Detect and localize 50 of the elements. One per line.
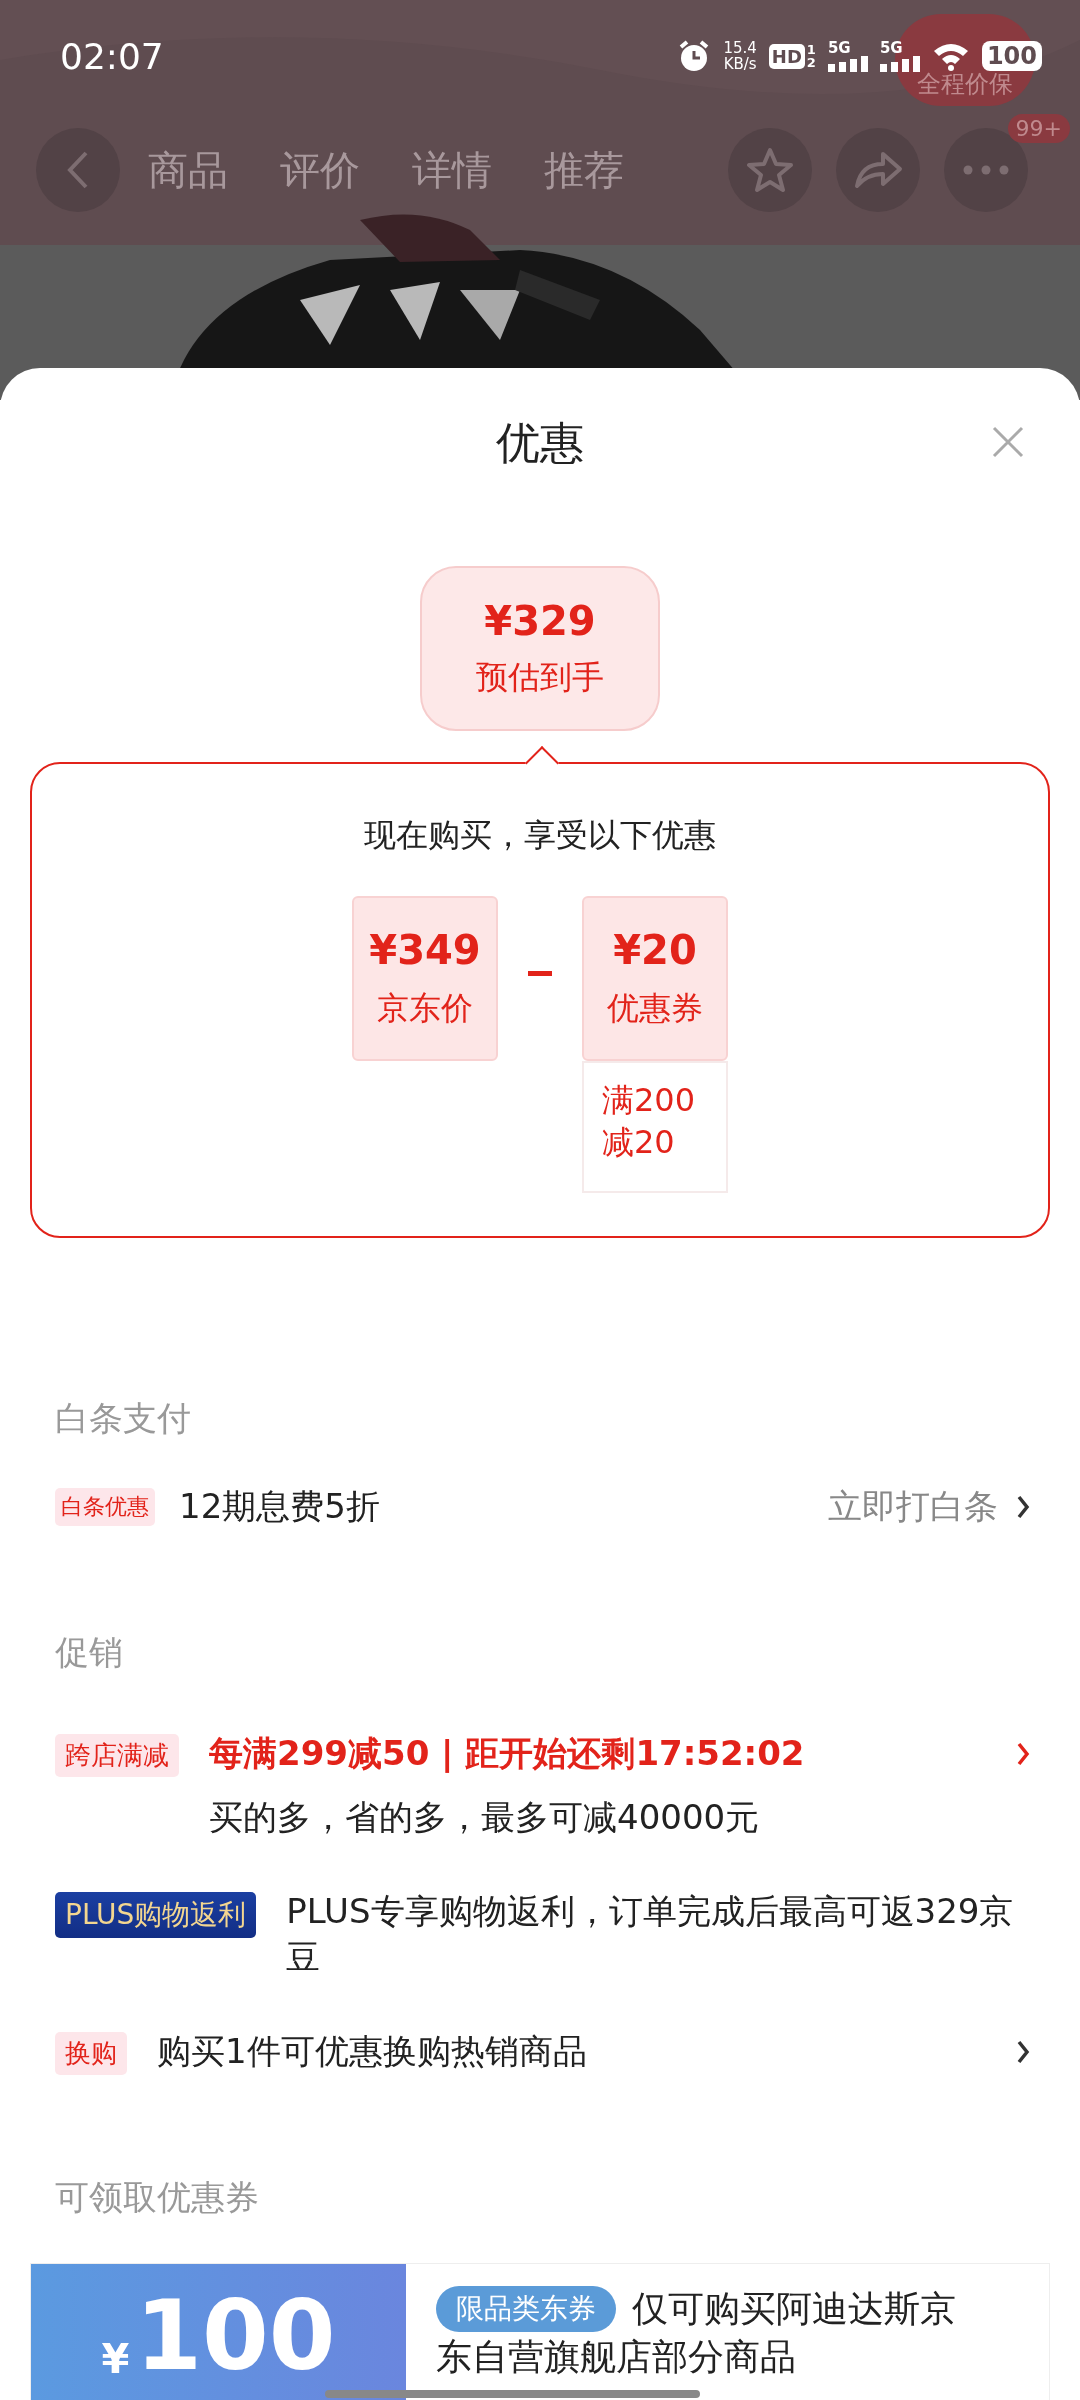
installment-text: 12期息费5折: [179, 1485, 381, 1528]
price-label: 京东价: [377, 987, 473, 1029]
panel-heading: 现在购买，享受以下优惠: [364, 815, 716, 856]
price-amount: ¥349: [369, 926, 481, 973]
promo-tag: PLUS购物返利: [55, 1892, 257, 1938]
chevron-right-icon: [1016, 1495, 1030, 1519]
coupon-condition: 满200减20: [582, 1061, 728, 1193]
star-icon: [746, 147, 794, 193]
promo-text: 每满299减50 | 距开始还剩17:52:02: [209, 1732, 806, 1775]
promo-tag: 白条优惠: [55, 1488, 155, 1526]
sim-label: 1: [806, 43, 816, 56]
coupon-description: 东自营旗舰店部分商品: [436, 2335, 797, 2379]
currency-sign: ¥: [101, 2335, 130, 2384]
promo-detail: 买的多，省的多，最多可减40000元: [209, 1796, 761, 1839]
minus-icon: [528, 971, 552, 976]
nav-tab[interactable]: 推荐: [544, 142, 624, 198]
coupon-amount: ¥20: [613, 926, 697, 973]
section-heading: 白条支付: [55, 1397, 192, 1440]
close-button[interactable]: [992, 426, 1024, 458]
nav-tab[interactable]: 评价: [280, 142, 360, 198]
estimate-price: ¥329: [484, 597, 596, 644]
promo-tag: 跨店满减: [55, 1734, 179, 1777]
coupon-label: 优惠券: [607, 987, 703, 1029]
baitiao-link[interactable]: 立即打白条: [828, 1484, 998, 1530]
network-label: 5G: [827, 40, 851, 56]
section-heading: 促销: [55, 1631, 124, 1674]
nav-tab[interactable]: 详情: [412, 142, 492, 198]
promo-text: 购买1件可优惠换购热销商品: [157, 2030, 588, 2073]
signal-icon: [827, 56, 868, 72]
signal-icon: [879, 56, 920, 72]
promo-tag: 换购: [55, 2032, 127, 2075]
coupon-ticket[interactable]: ¥100 限品类东券 仅可购买阿迪达斯京 东自营旗舰店部分商品: [30, 2263, 1050, 2400]
back-icon: [67, 151, 89, 189]
more-icon: [963, 165, 1009, 175]
section-heading: 可领取优惠券: [55, 2176, 260, 2219]
coupon-type-tag: 限品类东券: [436, 2286, 616, 2332]
battery-indicator: 100: [981, 41, 1042, 71]
sheet-title: 优惠: [496, 415, 584, 470]
speed-value: 15.4: [723, 40, 757, 56]
coupon-description: 仅可购买阿迪达斯京: [632, 2287, 956, 2331]
promo-text: PLUS专享购物返利，订单完成后最高可返329京豆: [286, 1890, 1015, 1979]
chevron-right-icon[interactable]: [1016, 2040, 1030, 2064]
close-icon: [992, 426, 1024, 458]
coupon-value: 100: [135, 2286, 336, 2386]
sim-label: 2: [806, 56, 816, 69]
clock-time: 02:07: [60, 35, 164, 77]
nav-tab[interactable]: 商品: [148, 142, 228, 198]
speed-unit: KB/s: [723, 56, 757, 72]
share-icon: [853, 150, 903, 190]
estimate-label: 预估到手: [476, 656, 604, 698]
